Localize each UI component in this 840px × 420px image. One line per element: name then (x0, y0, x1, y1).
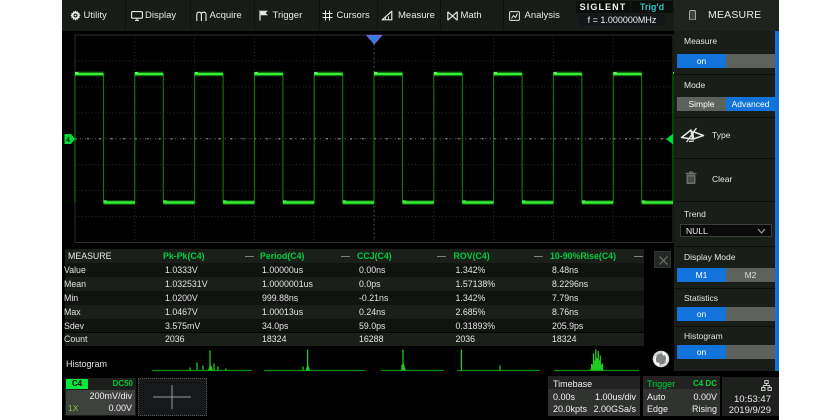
svg-text:4: 4 (66, 137, 70, 144)
